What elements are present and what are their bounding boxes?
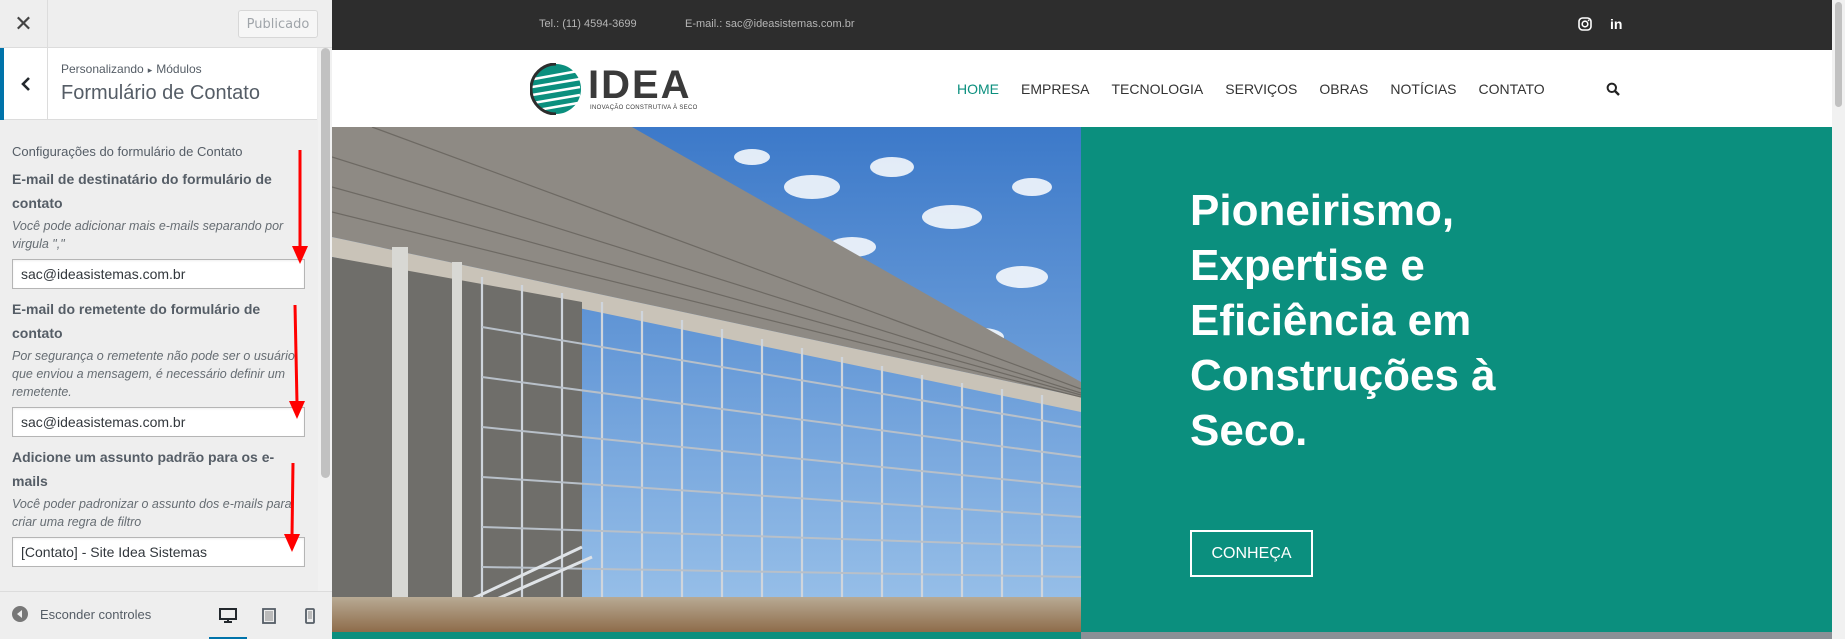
preview-tablet-button[interactable] <box>256 604 282 628</box>
panel-header: ✕ Publicado <box>0 0 332 48</box>
next-section-strip <box>332 632 1081 639</box>
hide-controls-button[interactable]: Esconder controles <box>12 606 151 622</box>
nav-item-obras[interactable]: OBRAS <box>1319 81 1368 97</box>
site-preview: Tel.: (11) 4594-3699 E-mail.: sac@ideasi… <box>332 0 1845 639</box>
hero-title: Pioneirismo, Expertise e Eficiência em C… <box>1190 186 1496 455</box>
recipient-email-input[interactable] <box>12 259 305 289</box>
nav-item-noticias[interactable]: NOTÍCIAS <box>1390 81 1456 97</box>
group-label: Configurações do formulário de Contato <box>12 144 243 159</box>
topbar-email: E-mail.: sac@ideasistemas.com.br <box>685 18 855 30</box>
close-button[interactable]: ✕ <box>0 0 48 48</box>
preview-desktop-button[interactable] <box>209 604 247 639</box>
default-subject-control: Adicione um assunto padrão para os e-mai… <box>12 445 305 567</box>
next-section-strip-image <box>1081 632 1832 639</box>
breadcrumb: Personalizando ▸ Módulos <box>61 62 202 76</box>
recipient-email-control: E-mail de destinatário do formulário de … <box>12 167 305 289</box>
site-header: IDEA INOVAÇÃO CONSTRUTIVA À SECO HOME EM… <box>332 50 1832 127</box>
logo-wordmark: IDEA <box>588 63 692 107</box>
main-navigation: HOME EMPRESA TECNOLOGIA SERVIÇOS OBRAS N… <box>957 81 1545 97</box>
sender-email-control: E-mail do remetente do formulário de con… <box>12 297 305 437</box>
sender-email-input[interactable] <box>12 407 305 437</box>
default-subject-input[interactable] <box>12 537 305 567</box>
breadcrumb-part: Módulos <box>156 62 202 76</box>
chevron-left-icon <box>20 77 30 91</box>
nav-item-servicos[interactable]: SERVIÇOS <box>1225 81 1297 97</box>
preview-scrollbar-thumb[interactable] <box>1835 2 1842 107</box>
instagram-icon[interactable] <box>1577 16 1593 32</box>
site-logo[interactable]: IDEA INOVAÇÃO CONSTRUTIVA À SECO <box>530 63 700 115</box>
nav-item-tecnologia[interactable]: TECNOLOGIA <box>1111 81 1203 97</box>
field-description: Você pode adicionar mais e-mails separan… <box>12 219 284 251</box>
hero-image <box>332 127 1081 632</box>
close-icon: ✕ <box>14 11 33 37</box>
breadcrumb-separator: ▸ <box>147 65 153 75</box>
field-description: Por segurança o remetente não pode ser o… <box>12 349 295 399</box>
mobile-icon <box>305 608 315 624</box>
desktop-icon <box>219 608 237 623</box>
panel-footer: Esconder controles <box>0 591 332 639</box>
annotation-arrow-2 <box>289 305 305 419</box>
nav-item-contato[interactable]: CONTATO <box>1479 81 1545 97</box>
nav-item-home[interactable]: HOME <box>957 81 999 97</box>
panel-scrollbar-thumb[interactable] <box>321 48 330 478</box>
preview-mobile-button[interactable] <box>297 604 323 628</box>
field-title: E-mail de destinatário do formulário de … <box>12 171 272 211</box>
construction-photo-illustration <box>332 127 1081 632</box>
site-topbar: Tel.: (11) 4594-3699 E-mail.: sac@ideasi… <box>332 0 1832 50</box>
tablet-icon <box>262 608 276 624</box>
topbar-phone: Tel.: (11) 4594-3699 <box>539 18 637 30</box>
field-title: Adicione um assunto padrão para os e-mai… <box>12 449 275 489</box>
field-description: Você poder padronizar o assunto dos e-ma… <box>12 497 292 529</box>
logo-tagline: INOVAÇÃO CONSTRUTIVA À SECO <box>590 105 698 111</box>
hide-controls-label: Esconder controles <box>40 606 152 622</box>
linkedin-icon[interactable]: in <box>1610 16 1626 32</box>
annotation-arrow-1 <box>292 150 308 264</box>
hero-cta-button[interactable]: CONHEÇA <box>1190 530 1313 577</box>
field-title: E-mail do remetente do formulário de con… <box>12 301 261 341</box>
annotation-arrow-3 <box>284 463 300 552</box>
collapse-arrow-icon <box>12 606 28 622</box>
logo-mark-icon <box>530 63 581 115</box>
nav-item-empresa[interactable]: EMPRESA <box>1021 81 1089 97</box>
section-title: Formulário de Contato <box>61 82 260 104</box>
breadcrumb-part: Personalizando <box>61 62 144 76</box>
back-button[interactable] <box>0 48 48 120</box>
section-header: Personalizando ▸ Módulos Formulário de Con… <box>0 48 317 120</box>
hero-text-panel: Pioneirismo, Expertise e Eficiência em C… <box>1081 127 1832 632</box>
search-icon[interactable] <box>1606 82 1620 96</box>
panel-body: Configurações do formulário de Contato E… <box>0 121 317 591</box>
publish-button[interactable]: Publicado <box>238 10 318 38</box>
